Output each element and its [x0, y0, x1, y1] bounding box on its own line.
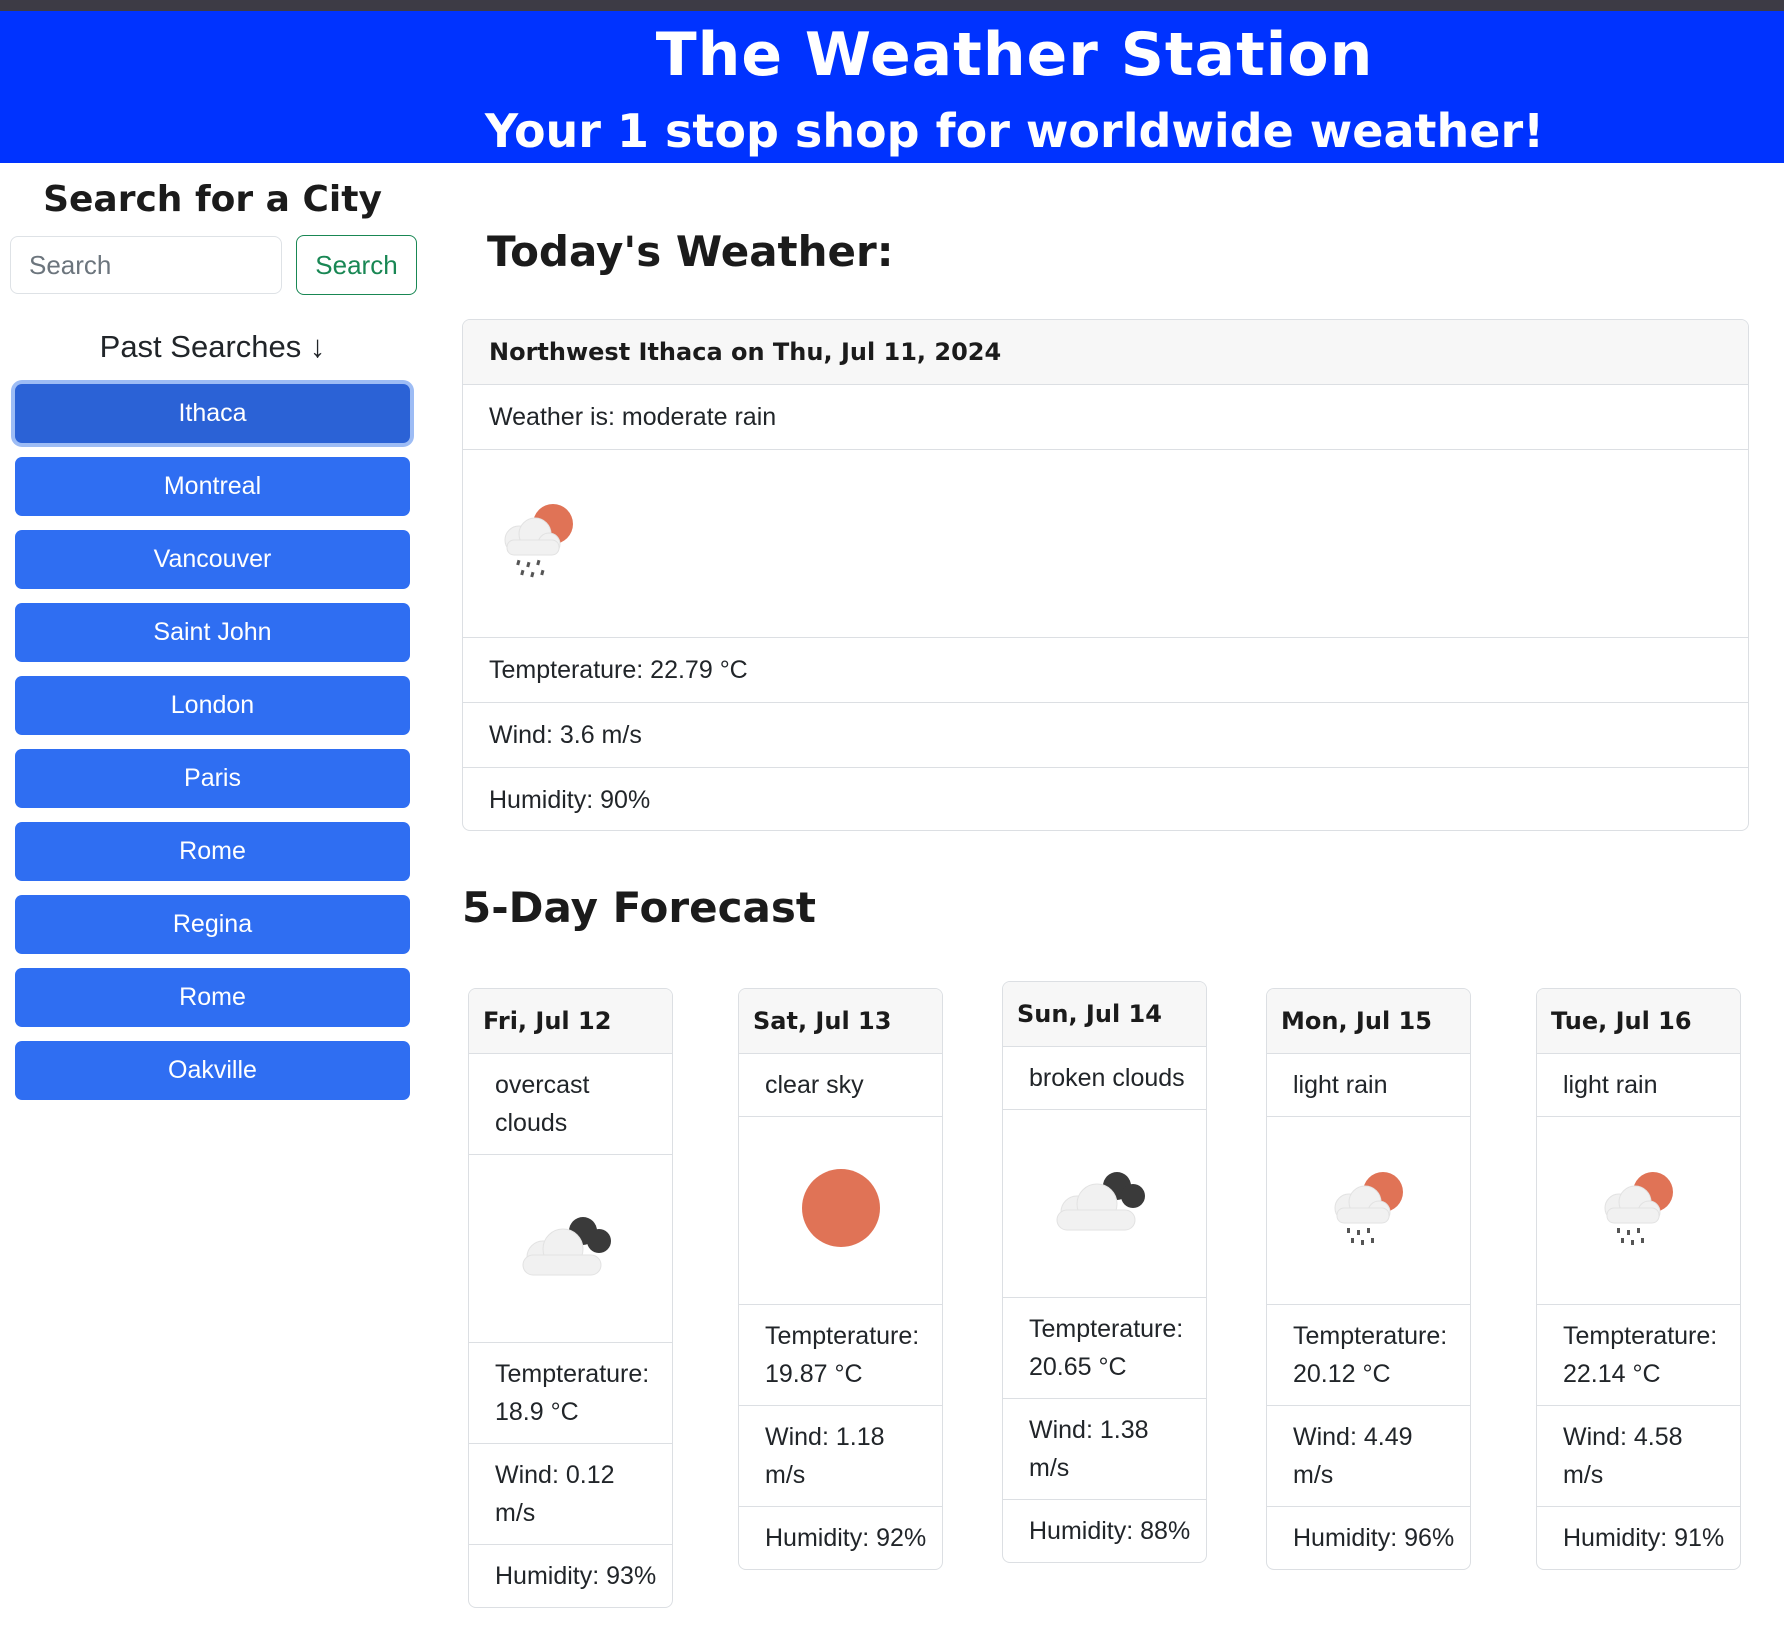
past-search-paris[interactable]: Paris: [15, 749, 410, 808]
forecast-description: clear sky: [739, 1054, 942, 1117]
past-searches-heading: Past Searches ↓: [99, 329, 326, 364]
today-humidity: Humidity: 90%: [489, 785, 651, 814]
today-icon-row: [463, 450, 1748, 638]
past-search-saint-john[interactable]: Saint John: [15, 603, 410, 662]
forecast-temperature: Tempterature: 18.9 °C: [469, 1343, 672, 1444]
today-heading: Today's Weather:: [487, 227, 894, 276]
forecast-card-day-2: Sat, Jul 13 clear sky Tempterature: 19.8…: [738, 988, 943, 1570]
forecast-icon-row: [469, 1155, 672, 1343]
site-title: The Weather Station: [655, 20, 1374, 90]
past-search-vancouver[interactable]: Vancouver: [15, 530, 410, 589]
forecast-description: overcast clouds: [469, 1054, 672, 1155]
forecast-card-day-5: Tue, Jul 16 light rain Tempterature: 22.…: [1536, 988, 1741, 1570]
forecast-humidity: Humidity: 93%: [495, 1562, 657, 1590]
forecast-date: Fri, Jul 12: [469, 989, 672, 1054]
forecast-humidity: Humidity: 91%: [1563, 1524, 1725, 1552]
forecast-temperature: Tempterature: 22.14 °C: [1537, 1305, 1740, 1406]
forecast-description: light rain: [1267, 1054, 1470, 1117]
past-searches-list: Ithaca Montreal Vancouver Saint John Lon…: [15, 384, 410, 1114]
today-location-date: Northwest Ithaca on Thu, Jul 11, 2024: [463, 320, 1748, 385]
forecast-wind: Wind: 1.38 m/s: [1003, 1399, 1206, 1500]
forecast-wind: Wind: 0.12 m/s: [469, 1444, 672, 1545]
search-input[interactable]: [10, 236, 282, 294]
forecast-temperature: Tempterature: 20.65 °C: [1003, 1298, 1206, 1399]
forecast-card-day-4: Mon, Jul 15 light rain Tempterature: 20.…: [1266, 988, 1471, 1570]
past-search-rome[interactable]: Rome: [15, 822, 410, 881]
past-search-oakville[interactable]: Oakville: [15, 1041, 410, 1100]
site-banner: The Weather Station Your 1 stop shop for…: [0, 11, 1784, 163]
forecast-card-day-1: Fri, Jul 12 overcast clouds Tempterature…: [468, 988, 673, 1608]
clouds-icon: [511, 1201, 631, 1296]
clouds-icon: [1045, 1156, 1165, 1251]
past-search-ithaca[interactable]: Ithaca: [15, 384, 410, 443]
forecast-humidity: Humidity: 96%: [1293, 1524, 1455, 1552]
today-wind: Wind: 3.6 m/s: [463, 703, 1748, 768]
rain-sun-icon: [1589, 1158, 1689, 1263]
forecast-icon-row: [1537, 1117, 1740, 1305]
forecast-humidity: Humidity: 92%: [765, 1524, 927, 1552]
forecast-temperature: Tempterature: 19.87 °C: [739, 1305, 942, 1406]
today-description: Weather is: moderate rain: [463, 385, 1748, 450]
forecast-temperature: Tempterature: 20.12 °C: [1267, 1305, 1470, 1406]
today-temperature: Tempterature: 22.79 °C: [463, 638, 1748, 703]
forecast-humidity: Humidity: 88%: [1029, 1517, 1191, 1545]
forecast-date: Sat, Jul 13: [739, 989, 942, 1054]
forecast-date: Sun, Jul 14: [1003, 982, 1206, 1047]
forecast-wind: Wind: 4.58 m/s: [1537, 1406, 1740, 1507]
forecast-card-day-3: Sun, Jul 14 broken clouds Tempterature: …: [1002, 981, 1207, 1563]
rain-sun-icon: [489, 490, 589, 597]
forecast-heading: 5-Day Forecast: [462, 883, 816, 932]
sun-icon: [796, 1163, 886, 1258]
forecast-wind: Wind: 4.49 m/s: [1267, 1406, 1470, 1507]
site-subtitle: Your 1 stop shop for worldwide weather!: [484, 104, 1545, 158]
past-search-montreal[interactable]: Montreal: [15, 457, 410, 516]
today-weather-card: Northwest Ithaca on Thu, Jul 11, 2024 We…: [462, 319, 1749, 831]
forecast-icon-row: [739, 1117, 942, 1305]
forecast-date: Mon, Jul 15: [1267, 989, 1470, 1054]
forecast-wind: Wind: 1.18 m/s: [739, 1406, 942, 1507]
past-search-rome-2[interactable]: Rome: [15, 968, 410, 1027]
forecast-icon-row: [1267, 1117, 1470, 1305]
forecast-date: Tue, Jul 16: [1537, 989, 1740, 1054]
forecast-description: light rain: [1537, 1054, 1740, 1117]
past-search-regina[interactable]: Regina: [15, 895, 410, 954]
sidebar: Search for a City Search Past Searches ↓…: [0, 163, 430, 1650]
past-search-london[interactable]: London: [15, 676, 410, 735]
forecast-icon-row: [1003, 1110, 1206, 1298]
forecast-description: broken clouds: [1003, 1047, 1206, 1110]
window-top-strip: [0, 0, 1784, 11]
search-button[interactable]: Search: [296, 235, 417, 295]
search-heading: Search for a City: [43, 179, 382, 220]
rain-sun-icon: [1319, 1158, 1419, 1263]
